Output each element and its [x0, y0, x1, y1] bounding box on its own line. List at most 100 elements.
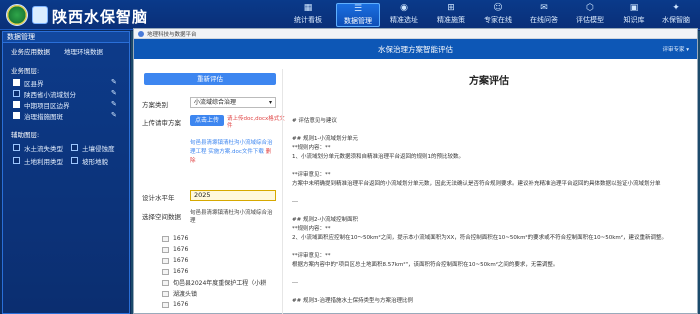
tree-node[interactable]: 1676 [162, 233, 282, 244]
nav-item-online-qa[interactable]: ✉ 在线问答 [522, 3, 566, 27]
evaluation-form: 重新评估 方案类别 小流域综合治理 ▾ 上传请审方案 点击上传 请上传doc,d… [142, 69, 285, 314]
nav-label: 水保智脑 [662, 16, 690, 24]
spatial-data-tree: 1676 1676 1676 1676 旬邑县2024年度重保护工程（小耕 湖渡… [162, 233, 282, 310]
expert-icon: ☺ [493, 3, 503, 13]
model-icon: ⬡ [586, 3, 594, 13]
aux-label: 土壤侵蚀度 [82, 144, 115, 153]
result-line: ## 规则1-小流域划分单元 [292, 136, 358, 142]
upload-button[interactable]: 点击上传 [190, 115, 224, 126]
layer-row[interactable]: 区县界 ✎ [3, 77, 129, 88]
nav-label: 专家在线 [484, 16, 512, 24]
result-line: 1、小流域划分单元数据须和自精准治理平台返回的规则1的预比较数。 [292, 154, 465, 160]
layer-node-icon [162, 301, 169, 308]
result-line [292, 162, 688, 171]
file-download-link[interactable]: 旬邑县清塬镇清杜沟小流域综合治理工程 实施方案.doc文件下载 [190, 140, 273, 155]
nav-item-knowledge-base[interactable]: ▣ 知识库 [612, 3, 656, 27]
window-tab-bar: 地理科技与数据平台 [134, 29, 697, 39]
tree-node-label: 1676 [173, 246, 189, 253]
nav-item-precise-measures[interactable]: ⊞ 精准施策 [429, 3, 473, 27]
panel-tabs: 业务应用数据 地理环境数据 [3, 43, 129, 59]
evaluation-window: 地理科技与数据平台 水保治理方案智能评估 评审专家 ▾ 重新评估 方案类别 小流… [133, 28, 698, 314]
aux-layer-item[interactable]: 土壤侵蚀度 [71, 143, 129, 153]
chat-icon: ✉ [540, 3, 548, 13]
strategy-icon: ⊞ [447, 3, 455, 13]
uploaded-file: 旬邑县清塬镇清杜沟小流域综合治理工程 实施方案.doc文件下载 删除 [190, 139, 276, 166]
layer-row[interactable]: 治理措施图斑 ✎ [3, 110, 129, 121]
scope-label: 选择空间数据 [142, 213, 181, 221]
layer-label: 治理措施图斑 [24, 112, 63, 121]
tree-node-label: 1676 [173, 268, 189, 275]
nav-label: 评估模型 [576, 16, 604, 24]
aux-layers-title: 辅助图层: [11, 131, 40, 139]
edit-icon[interactable]: ✎ [111, 89, 117, 97]
database-icon: ☰ [353, 4, 363, 14]
layer-row[interactable]: 陕西省小流域划分 ✎ [3, 88, 129, 99]
tab-business-data[interactable]: 业务应用数据 [11, 46, 50, 56]
layer-checkbox[interactable] [13, 101, 20, 108]
result-line [292, 189, 688, 198]
plan-type-label: 方案类别 [142, 101, 168, 109]
layer-node-icon [162, 290, 169, 297]
nav-item-stats[interactable]: ▦ 统计看板 [286, 3, 330, 27]
panel-header: 数据管理 [3, 32, 129, 43]
re-evaluate-button[interactable]: 重新评估 [144, 73, 276, 85]
aux-label: 水土流失类型 [24, 144, 63, 153]
tree-node[interactable]: 1676 [162, 299, 282, 310]
plan-type-select[interactable]: 小流域综合治理 ▾ [190, 97, 276, 108]
edit-icon[interactable]: ✎ [111, 111, 117, 119]
aux-layer-item[interactable]: 坡形地貌 [71, 156, 129, 166]
edit-icon[interactable]: ✎ [111, 78, 117, 86]
column-divider [282, 69, 283, 314]
result-line: **规则内容：** [292, 145, 331, 151]
result-line: # 评估意见与建议 [292, 118, 337, 124]
plan-type-value: 小流域综合治理 [194, 99, 237, 106]
nav-item-expert-online[interactable]: ☺ 专家在线 [476, 3, 520, 27]
business-layers-title: 业务图层: [11, 67, 40, 75]
favicon-icon [138, 30, 144, 37]
tree-node[interactable]: 旬邑县2024年度重保护工程（小耕 [162, 277, 282, 288]
result-line: 根据方案内容中的"项目区总土地面积8.57km²"，该面积符合控制面积在10~5… [292, 262, 559, 268]
result-line: --- [292, 199, 298, 205]
aux-layer-row: 水土流失类型 土壤侵蚀度 [3, 141, 129, 154]
tab-geo-data[interactable]: 地理环境数据 [64, 46, 103, 56]
tree-node[interactable]: 1676 [162, 266, 282, 277]
year-input[interactable]: 2025 [190, 190, 276, 201]
tree-node-label: 湖渡头镇 [173, 291, 198, 298]
brand-emblem-icon [32, 6, 48, 24]
result-line: **评审意见：** [292, 172, 331, 178]
layer-checkbox[interactable] [13, 90, 20, 97]
aux-checkbox[interactable] [71, 144, 78, 151]
aux-layer-item[interactable]: 水土流失类型 [13, 143, 71, 153]
aux-checkbox[interactable] [71, 157, 78, 164]
result-line: **评审意见：** [292, 253, 331, 259]
tree-node[interactable]: 湖渡头镇 [162, 288, 282, 299]
aux-layer-item[interactable]: 土地利用类型 [13, 156, 71, 166]
chevron-down-icon: ▾ [268, 99, 272, 106]
aux-layer-row: 土地利用类型 坡形地貌 [3, 154, 129, 167]
layer-node-icon [162, 235, 169, 242]
layer-row[interactable]: 中期项目区边界 ✎ [3, 99, 129, 110]
layer-label: 区县界 [24, 79, 44, 88]
tree-node-label: 1676 [173, 301, 189, 308]
nav-item-smart-brain[interactable]: ✦ 水保智脑 [654, 3, 698, 27]
user-menu[interactable]: 评审专家 ▾ [662, 45, 689, 53]
year-label: 设计水平年 [142, 194, 175, 202]
edit-icon[interactable]: ✎ [111, 100, 117, 108]
tree-node[interactable]: 1676 [162, 244, 282, 255]
window-tab-title[interactable]: 地理科技与数据平台 [147, 30, 197, 38]
nav-item-site-selection[interactable]: ◉ 精准选址 [382, 3, 426, 27]
nav-item-data-management[interactable]: ☰ 数据管理 [336, 3, 380, 27]
layer-node-icon [162, 279, 169, 286]
nav-label: 数据管理 [344, 17, 372, 25]
aux-checkbox[interactable] [13, 157, 20, 164]
nav-item-eval-model[interactable]: ⬡ 评估模型 [568, 3, 612, 27]
nav-label: 知识库 [623, 16, 645, 24]
layer-checkbox[interactable] [13, 112, 20, 119]
result-line [292, 270, 688, 279]
result-title: 方案评估 [469, 76, 509, 87]
aux-checkbox[interactable] [13, 144, 20, 151]
tree-node-label: 1676 [173, 235, 189, 242]
layer-checkbox[interactable] [13, 79, 20, 86]
evaluation-result: 方案评估 # 评估意见与建议 ## 规则1-小流域划分单元 **规则内容：** 1、小… [286, 69, 692, 314]
tree-node[interactable]: 1676 [162, 255, 282, 266]
